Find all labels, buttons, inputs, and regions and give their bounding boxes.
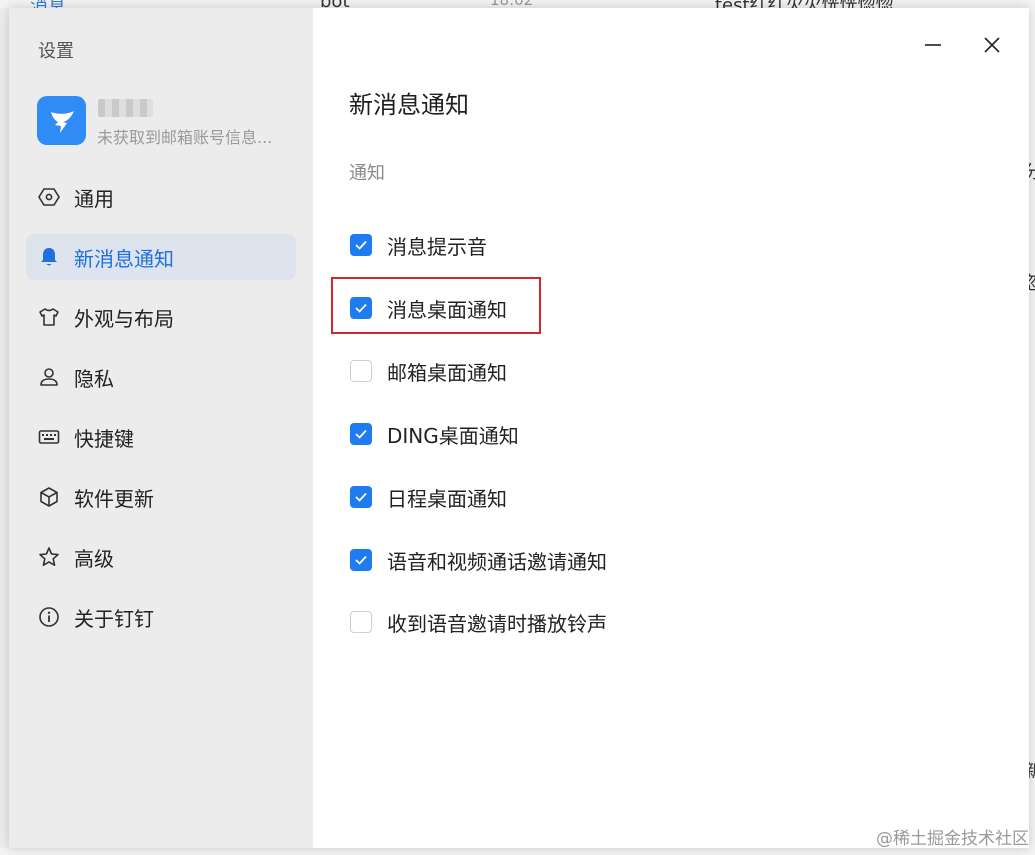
keyboard-icon: [38, 426, 60, 448]
option-message-desktop-notification[interactable]: 消息桌面通知: [350, 293, 507, 323]
sidebar-item-updates[interactable]: 软件更新: [26, 474, 296, 520]
page-title: 新消息通知: [349, 91, 469, 119]
checkbox-checked[interactable]: [350, 549, 372, 571]
minimize-icon: [924, 36, 942, 58]
settings-dialog: 设置 未获取到邮箱账号信息... 通用 新消息通知 外观与布局 隐私 快捷键 软…: [9, 8, 1029, 848]
check-icon: [355, 429, 367, 439]
check-icon: [355, 555, 367, 565]
check-icon: [355, 492, 367, 502]
checkbox-unchecked[interactable]: [350, 360, 372, 382]
option-mail-desktop-notification[interactable]: 邮箱桌面通知: [350, 356, 507, 386]
checkbox-unchecked[interactable]: [350, 611, 372, 633]
option-message-sound[interactable]: 消息提示音: [350, 230, 487, 260]
close-icon: [983, 36, 1001, 58]
sidebar-item-about[interactable]: 关于钉钉: [26, 594, 296, 640]
option-label: DING桌面通知: [387, 423, 519, 448]
user-icon: [38, 366, 60, 388]
option-ding-desktop-notification[interactable]: DING桌面通知: [350, 419, 519, 449]
sidebar-item-label: 关于钉钉: [74, 606, 154, 631]
star-icon: [38, 546, 60, 568]
cube-icon: [38, 486, 60, 508]
checkbox-checked[interactable]: [350, 297, 372, 319]
sidebar-item-shortcuts[interactable]: 快捷键: [26, 414, 296, 460]
watermark: @稀土掘金技术社区: [876, 829, 1029, 849]
option-label: 语音和视频通话邀请通知: [387, 549, 607, 574]
option-label: 收到语音邀请时播放铃声: [387, 611, 607, 636]
option-call-invite-notification[interactable]: 语音和视频通话邀请通知: [350, 545, 607, 575]
option-label: 邮箱桌面通知: [387, 360, 507, 385]
option-label: 消息提示音: [387, 234, 487, 259]
account-name-redacted: [98, 99, 153, 117]
checkbox-checked[interactable]: [350, 234, 372, 256]
minimize-button[interactable]: [920, 34, 946, 60]
sidebar-item-notifications[interactable]: 新消息通知: [26, 234, 296, 280]
sidebar-item-label: 隐私: [74, 366, 114, 391]
sidebar-item-label: 软件更新: [74, 486, 154, 511]
check-icon: [355, 303, 367, 313]
option-voice-invite-ringtone[interactable]: 收到语音邀请时播放铃声: [350, 607, 607, 637]
check-icon: [355, 240, 367, 250]
sidebar-item-advanced[interactable]: 高级: [26, 534, 296, 580]
settings-hex-icon: [38, 186, 60, 208]
background-bottom-edge: [0, 848, 1035, 855]
settings-title: 设置: [38, 41, 74, 62]
option-label: 消息桌面通知: [387, 297, 507, 322]
close-button[interactable]: [979, 34, 1005, 60]
sidebar-item-label: 快捷键: [74, 426, 134, 451]
option-label: 日程桌面通知: [387, 486, 507, 511]
shirt-icon: [38, 306, 60, 328]
account-info: 未获取到邮箱账号信息...: [97, 128, 273, 147]
sidebar-item-label: 新消息通知: [74, 246, 174, 271]
sidebar-item-label: 外观与布局: [74, 306, 174, 331]
sidebar-item-label: 通用: [74, 186, 114, 211]
sidebar-item-appearance[interactable]: 外观与布局: [26, 294, 296, 340]
dingtalk-logo-icon: [37, 96, 86, 145]
section-label-notifications: 通知: [349, 163, 385, 184]
info-icon: [38, 606, 60, 628]
sidebar-item-privacy[interactable]: 隐私: [26, 354, 296, 400]
sidebar-item-label: 高级: [74, 546, 114, 571]
settings-content: 新消息通知 通知 消息提示音 消息桌面通知 邮箱桌面通知 DING桌面通知 日程…: [313, 8, 1029, 848]
sidebar-item-general[interactable]: 通用: [26, 174, 296, 220]
option-calendar-desktop-notification[interactable]: 日程桌面通知: [350, 482, 507, 512]
background-right-edge: [1029, 8, 1035, 848]
checkbox-checked[interactable]: [350, 423, 372, 445]
bell-icon: [38, 246, 60, 268]
checkbox-checked[interactable]: [350, 486, 372, 508]
settings-sidebar: 设置 未获取到邮箱账号信息... 通用 新消息通知 外观与布局 隐私 快捷键 软…: [9, 8, 313, 848]
